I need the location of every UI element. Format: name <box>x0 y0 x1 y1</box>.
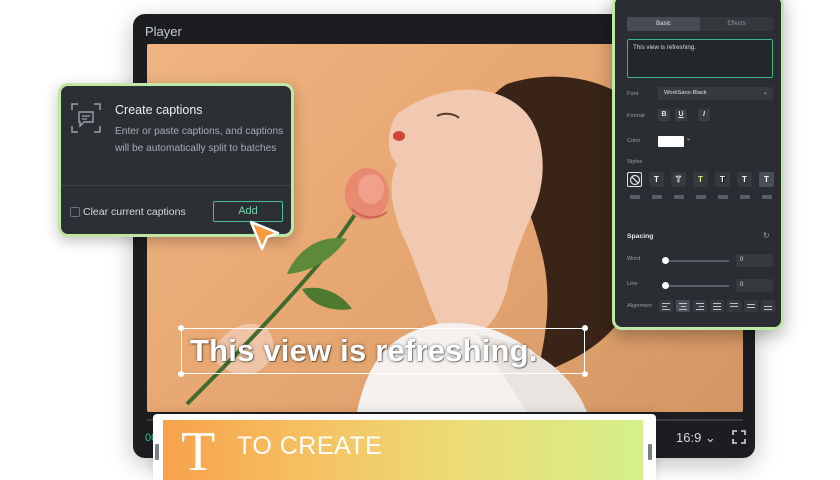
style-variant[interactable] <box>630 195 640 199</box>
clear-captions-checkbox[interactable] <box>70 207 80 217</box>
stage: Player This view is refreshing. 00 16:9 … <box>0 0 840 480</box>
resize-handle-top-right[interactable] <box>582 325 588 331</box>
align-center-icon[interactable] <box>676 300 690 312</box>
format-label: Format <box>627 113 645 119</box>
style-preset-4-button[interactable]: T <box>715 172 730 187</box>
text-style-panel: Basic Effects This view is refreshing. F… <box>612 0 784 330</box>
line-spacing-slider-handle[interactable] <box>662 282 669 289</box>
aspect-ratio-select[interactable]: 16:9 ⌄ <box>676 430 716 446</box>
font-select[interactable]: WorkSans-Black ⌄ <box>658 87 773 100</box>
promo-banner: T TO CREATE <box>153 414 656 480</box>
spacing-section-title: Spacing <box>627 233 654 240</box>
style-none-button[interactable] <box>627 172 642 187</box>
italic-button[interactable]: I <box>698 109 710 121</box>
banner-left-handle[interactable] <box>155 444 159 460</box>
fullscreen-icon[interactable] <box>732 430 746 444</box>
font-label: Font <box>627 91 639 97</box>
color-label: Color <box>627 138 641 144</box>
underline-button[interactable]: U <box>675 109 687 121</box>
clear-captions-label[interactable]: Clear current captions <box>83 206 186 218</box>
chevron-down-icon: ⌄ <box>762 90 768 96</box>
captions-icon <box>71 103 101 133</box>
style-variant[interactable] <box>696 195 706 199</box>
line-spacing-slider[interactable] <box>664 285 729 287</box>
text-icon: T <box>181 421 216 480</box>
divider <box>61 185 291 186</box>
caption-text: This view is refreshing. <box>190 333 538 368</box>
style-variant[interactable] <box>718 195 728 199</box>
word-spacing-slider-handle[interactable] <box>662 257 669 264</box>
resize-handle-top-left[interactable] <box>178 325 184 331</box>
dialog-description: Enter or paste captions, and captions wi… <box>115 126 284 154</box>
caption-selection-box[interactable]: This view is refreshing. <box>178 325 588 377</box>
banner-gradient: T TO CREATE <box>163 420 643 480</box>
dialog-title: Create captions <box>115 103 203 117</box>
bold-button[interactable]: B <box>658 109 670 121</box>
style-preset-5-button[interactable]: T <box>737 172 752 187</box>
style-preset-3-button[interactable]: T <box>693 172 708 187</box>
panel-tabs: Basic Effects <box>627 17 773 31</box>
align-left-icon[interactable] <box>659 300 673 312</box>
style-variant[interactable] <box>652 195 662 199</box>
word-spacing-label: Word <box>627 256 641 262</box>
reset-icon[interactable]: ↻ <box>763 231 770 240</box>
tab-effects[interactable]: Effects <box>700 17 773 31</box>
align-justify-icon[interactable] <box>710 300 724 312</box>
line-spacing-label: Line <box>627 281 638 287</box>
chevron-down-icon[interactable]: ⌄ <box>686 135 691 142</box>
align-right-icon[interactable] <box>693 300 707 312</box>
caption-text-input[interactable]: This view is refreshing. <box>627 39 773 78</box>
no-style-icon <box>629 174 640 186</box>
mouse-cursor-icon <box>249 220 280 251</box>
tab-basic[interactable]: Basic <box>627 17 700 31</box>
alignment-label: Alignment <box>627 303 652 309</box>
style-preset-1-button[interactable]: T <box>649 172 664 187</box>
style-variant[interactable] <box>674 195 684 199</box>
style-variant[interactable] <box>740 195 750 199</box>
create-captions-dialog: Create captions Enter or paste captions,… <box>58 83 294 237</box>
banner-text: TO CREATE <box>237 432 383 460</box>
color-swatch[interactable] <box>658 136 684 147</box>
align-top-icon[interactable] <box>727 300 741 312</box>
word-spacing-input[interactable]: 0 <box>736 254 773 267</box>
player-title: Player <box>145 24 182 39</box>
style-preset-6-button[interactable]: T <box>759 172 774 187</box>
word-spacing-slider[interactable] <box>664 260 729 262</box>
font-value: WorkSans-Black <box>664 90 707 96</box>
resize-handle-bottom-right[interactable] <box>582 371 588 377</box>
line-spacing-input[interactable]: 0 <box>736 279 773 292</box>
banner-right-handle[interactable] <box>648 444 652 460</box>
resize-handle-bottom-left[interactable] <box>178 371 184 377</box>
align-bottom-icon[interactable] <box>761 300 775 312</box>
align-middle-icon[interactable] <box>744 300 758 312</box>
style-preset-2-button[interactable]: T <box>671 172 686 187</box>
style-variant[interactable] <box>762 195 772 199</box>
styles-label: Styles <box>627 159 643 165</box>
